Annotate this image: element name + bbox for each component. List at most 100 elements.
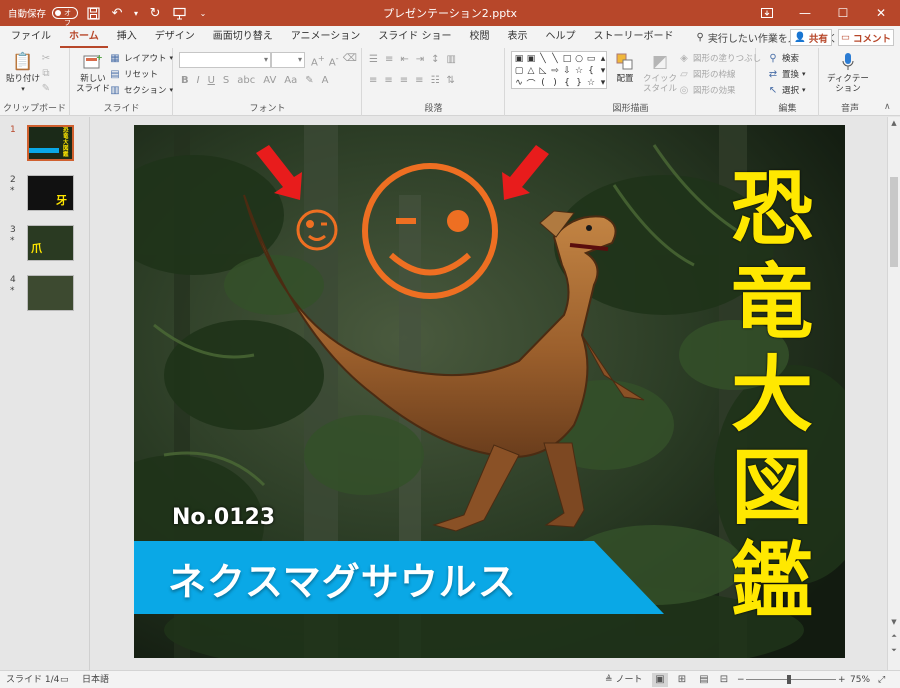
scroll-up-icon[interactable]: ▲ [888, 119, 900, 127]
shape-expand-icon[interactable]: ▾ [597, 77, 609, 89]
shape-star-icon[interactable]: ☆ [573, 65, 585, 77]
cut-button[interactable]: ✂ [40, 51, 52, 65]
thumbnail-slide-4[interactable] [27, 275, 74, 311]
zoom-level[interactable]: 75% [850, 673, 870, 687]
thumbnail-row[interactable]: 1 恐竜大図鑑 [0, 125, 90, 169]
shape-textbox-icon[interactable]: ▣ [513, 53, 525, 65]
shape-line2-icon[interactable]: ╲ [549, 53, 561, 65]
reading-view-icon[interactable]: ▤ [696, 673, 712, 687]
shape-triangle-icon[interactable]: △ [525, 65, 537, 77]
select-button[interactable]: ↖ 選択 ▾ [767, 83, 806, 97]
comment-button[interactable]: ▭ コメント [838, 29, 894, 46]
undo-dropdown-icon[interactable]: ▾ [132, 4, 140, 22]
spacing-icon[interactable]: AV [263, 75, 276, 86]
bold-icon[interactable]: B [181, 75, 189, 86]
slide[interactable]: 恐 竜 大 図 鑑 No.0123 ネクスマグサウルス [134, 125, 845, 658]
redo-icon[interactable]: ↻ [146, 4, 164, 22]
slide-sorter-view-icon[interactable]: ⊞ [674, 673, 690, 687]
thumbnail-slide-3[interactable]: 爪 [27, 225, 74, 261]
shape-vtextbox-icon[interactable]: ▣ [525, 53, 537, 65]
font-shrink-icon[interactable]: A- [329, 53, 339, 68]
shape-bracket2-icon[interactable]: ) [549, 77, 561, 89]
next-slide-icon[interactable]: ⏷ [888, 646, 900, 655]
tab-file[interactable]: ファイル [2, 26, 60, 48]
text-direction-icon[interactable]: ⇅ [447, 75, 455, 86]
shape-rect2-icon[interactable]: ▭ [585, 53, 597, 65]
tab-animations[interactable]: アニメーション [282, 26, 370, 48]
thumbnail-slide-2[interactable]: 牙 [27, 175, 74, 211]
shape-arrow-icon[interactable]: ⇨ [549, 65, 561, 77]
distribute-icon[interactable]: ☷ [431, 75, 440, 86]
shape-fill-button[interactable]: ◈ 図形の塗りつぶし [678, 51, 761, 65]
close-icon[interactable]: ✕ [862, 0, 900, 26]
shape-more-icon[interactable]: ▴ [597, 53, 609, 65]
share-button[interactable]: 👤 共有 [790, 29, 832, 46]
tab-review[interactable]: 校閲 [461, 26, 499, 48]
zoom-out-icon[interactable]: − [737, 673, 745, 687]
dictate-button[interactable]: ディクテー ション [827, 50, 869, 94]
line-spacing-icon[interactable]: ↕ [431, 54, 439, 65]
shape-rect-icon[interactable]: □ [561, 53, 573, 65]
maximize-icon[interactable]: ☐ [824, 0, 862, 26]
zoom-in-icon[interactable]: + [838, 673, 846, 687]
tab-help[interactable]: ヘルプ [537, 26, 585, 48]
tab-design[interactable]: デザイン [146, 26, 204, 48]
thumbnail-slide-1[interactable]: 恐竜大図鑑 [27, 125, 74, 161]
shape-outline-button[interactable]: ▱ 図形の枠線 [678, 67, 735, 81]
save-icon[interactable] [84, 4, 102, 22]
font-name-combo[interactable] [179, 52, 271, 68]
shadow-icon[interactable]: abc [237, 75, 255, 86]
align-center-icon[interactable]: ≡ [384, 75, 392, 86]
shape-gallery[interactable]: ▣ ▣ ╲ ╲ □ ○ ▭ ▴ ▢ △ ◺ ⇨ ⇩ ☆{▾ ∿ ⌒(){} ☆ ▾ [511, 51, 609, 90]
reset-button[interactable]: ▤ リセット [109, 67, 158, 81]
clear-format-icon[interactable]: ⌫ [343, 53, 357, 68]
slideshow-start-icon[interactable] [170, 4, 188, 22]
previous-slide-icon[interactable]: ⏶ [888, 632, 900, 641]
scroll-thumb[interactable] [890, 177, 898, 267]
font-color-icon[interactable]: A [322, 75, 329, 86]
font-size-combo[interactable] [271, 52, 305, 68]
new-slide-button[interactable]: + 新しい スライド [76, 50, 110, 94]
shape-effects-button[interactable]: ◎ 図形の効果 [678, 83, 736, 97]
tab-insert[interactable]: 挿入 [108, 26, 146, 48]
shape-brace2-icon[interactable]: { [561, 77, 573, 89]
fit-slide-icon[interactable]: ⤢ [878, 673, 885, 687]
shape-line-icon[interactable]: ╲ [537, 53, 549, 65]
tab-slideshow[interactable]: スライド ショー [369, 26, 460, 48]
paste-button[interactable]: 📋 貼り付け ▾ [6, 50, 40, 94]
find-button[interactable]: ⚲ 検索 [767, 51, 799, 65]
columns-icon[interactable]: ▥ [447, 54, 456, 65]
accessibility-icon[interactable]: ▭ [60, 673, 69, 687]
collapse-ribbon-icon[interactable]: ∧ [884, 102, 891, 112]
tab-home[interactable]: ホーム [60, 26, 108, 48]
thumbnail-row[interactable]: 3 * 爪 [0, 225, 90, 269]
shape-roundrect-icon[interactable]: ▢ [513, 65, 525, 77]
notes-button[interactable]: ≜ ノート [605, 673, 643, 687]
case-icon[interactable]: Aa [284, 75, 297, 86]
bullets-icon[interactable]: ☰ [369, 54, 378, 65]
scroll-down-icon[interactable]: ▼ [888, 618, 900, 626]
autosave-toggle[interactable]: オフ [52, 7, 79, 27]
justify-icon[interactable]: ≡ [415, 75, 423, 86]
strikethrough-icon[interactable]: S [223, 75, 229, 86]
highlight-icon[interactable]: ✎ [305, 75, 313, 86]
align-right-icon[interactable]: ≡ [400, 75, 408, 86]
shape-arrow2-icon[interactable]: ⇩ [561, 65, 573, 77]
quick-style-button[interactable]: ◩ クイック スタイル [643, 50, 677, 95]
zoom-slider[interactable] [746, 679, 836, 680]
shape-rtriangle-icon[interactable]: ◺ [537, 65, 549, 77]
shape-star2-icon[interactable]: ☆ [585, 77, 597, 89]
customize-toolbar-icon[interactable]: ⌄ [194, 4, 212, 22]
thumbnail-row[interactable]: 2 * 牙 [0, 175, 90, 219]
copy-button[interactable]: ⧉ [40, 66, 52, 80]
tab-storyboard[interactable]: ストーリーボード [585, 26, 683, 48]
shape-brace3-icon[interactable]: } [573, 77, 585, 89]
vertical-scrollbar[interactable]: ▲ ▼ ⏶ ⏷ [887, 117, 900, 670]
normal-view-icon[interactable]: ▣ [652, 673, 668, 687]
numbering-icon[interactable]: ≡ [385, 54, 393, 65]
decrease-indent-icon[interactable]: ⇤ [400, 54, 408, 65]
replace-button[interactable]: ⇄ 置換 ▾ [767, 67, 806, 81]
ribbon-display-icon[interactable] [748, 0, 786, 26]
shape-scroll-icon[interactable]: ▾ [597, 65, 609, 77]
format-painter-button[interactable]: ✎ [40, 81, 52, 95]
